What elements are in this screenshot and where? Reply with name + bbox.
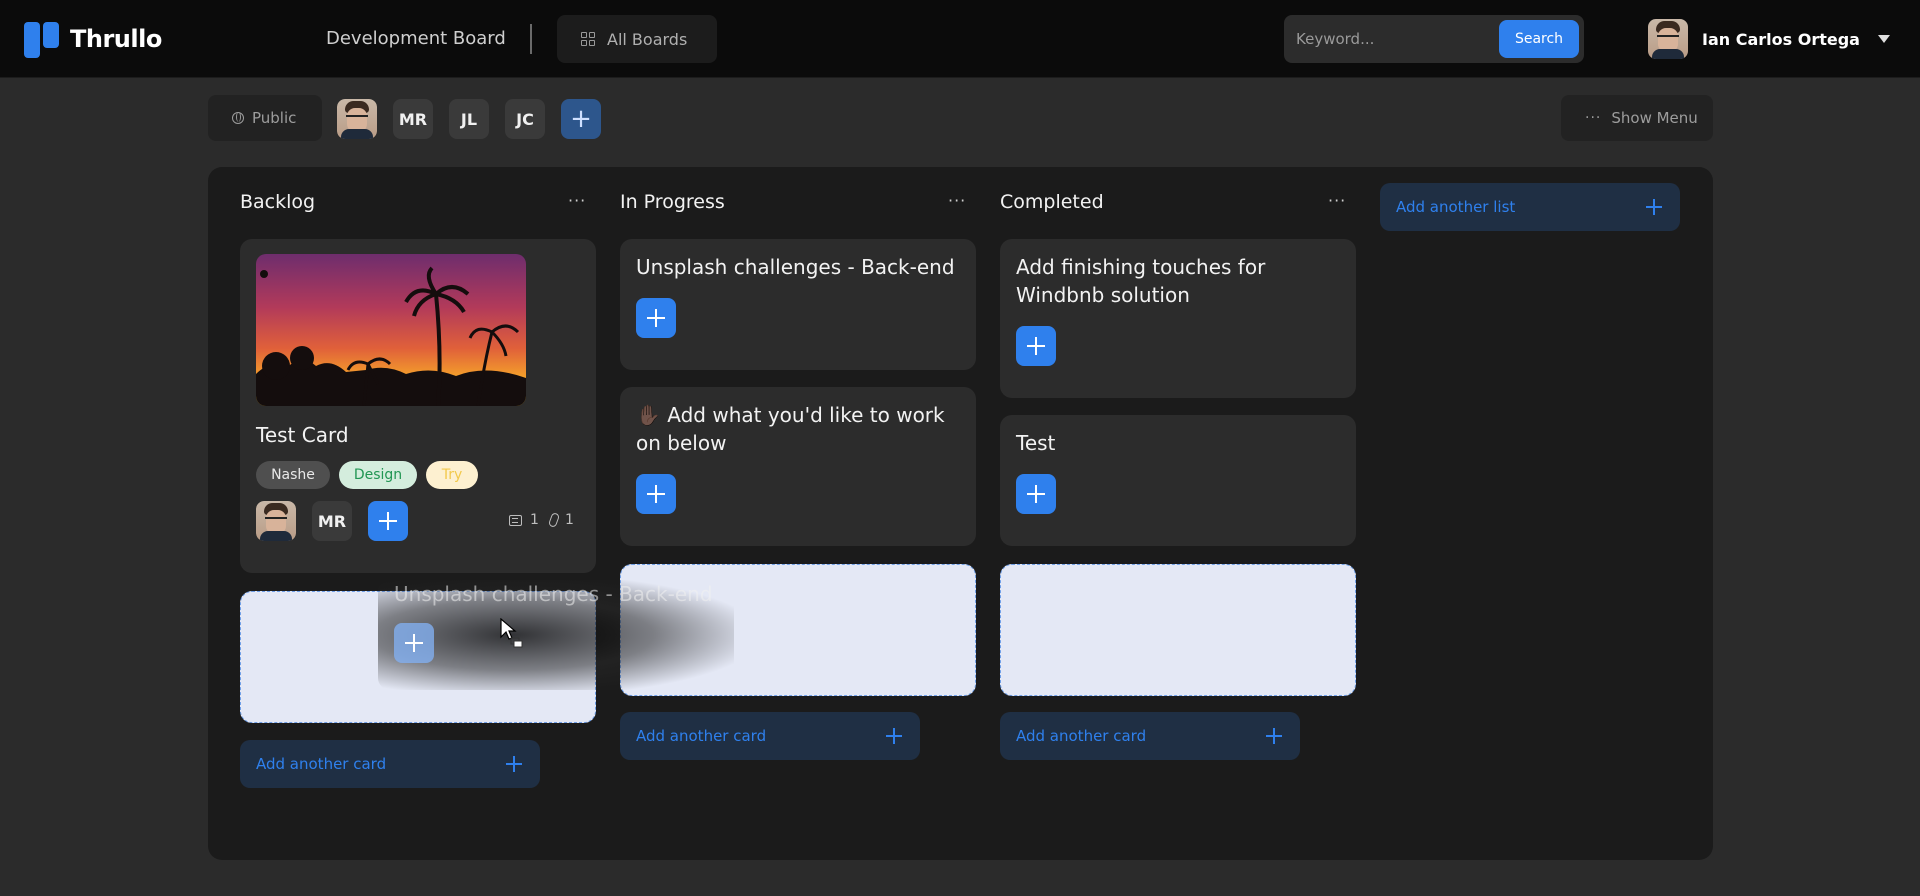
card[interactable]: Unsplash challenges - Back-end	[620, 239, 976, 370]
visibility-label: Public	[252, 109, 297, 127]
card-member-avatar[interactable]: MR	[312, 501, 352, 541]
board-title: Development Board	[326, 28, 506, 49]
member-avatar[interactable]: JL	[449, 99, 489, 139]
dragging-card-ghost[interactable]: Unsplash challenges - Back-end	[378, 580, 734, 690]
card-cover-image	[256, 254, 526, 406]
card-label-text: Nashe	[271, 467, 315, 483]
plus-icon	[886, 728, 902, 744]
grid-icon	[581, 32, 595, 46]
add-card-member-button[interactable]	[368, 501, 408, 541]
card-label-text: Design	[353, 467, 403, 483]
list-menu-icon[interactable]: ···	[1328, 191, 1346, 210]
list-title: Completed	[1000, 191, 1104, 213]
palm-trees-image	[256, 266, 526, 406]
user-avatar	[1648, 19, 1688, 59]
plus-icon: +	[570, 104, 592, 134]
add-card-button[interactable]: Add another card	[620, 712, 920, 760]
card-title: Test Card	[256, 423, 349, 447]
search-button[interactable]: Search	[1499, 20, 1579, 58]
plus-icon	[506, 756, 522, 772]
card-add-button[interactable]	[1016, 326, 1056, 366]
add-card-button[interactable]: Add another card	[240, 740, 540, 788]
card-label: Nashe	[256, 461, 330, 489]
show-menu-label: Show Menu	[1611, 109, 1698, 127]
list-title: In Progress	[620, 191, 725, 213]
attachment-count: 1	[547, 512, 574, 528]
card-label-text: Try	[441, 467, 463, 483]
show-menu-button[interactable]: ··· Show Menu	[1561, 95, 1713, 141]
chevron-down-icon	[1877, 35, 1890, 43]
card-add-button[interactable]	[636, 298, 676, 338]
card-title: ✋🏿 Add what you'd like to work on below	[636, 403, 945, 455]
attachment-count-value: 1	[565, 512, 574, 528]
plus-icon	[1646, 199, 1662, 215]
globe-icon	[232, 112, 244, 124]
app-logo[interactable]: Thrullo	[24, 20, 162, 58]
member-avatar[interactable]: MR	[393, 99, 433, 139]
list-menu-icon[interactable]: ···	[948, 191, 966, 210]
app-name: Thrullo	[70, 25, 162, 53]
member-avatar-owner[interactable]	[337, 99, 377, 139]
all-boards-button[interactable]: All Boards	[557, 15, 717, 63]
mouse-cursor-icon	[500, 618, 523, 648]
search-bar: Search	[1284, 15, 1584, 63]
avatar	[337, 99, 377, 139]
all-boards-label: All Boards	[607, 29, 688, 49]
title-divider	[530, 24, 532, 54]
more-dots-icon: ···	[1585, 110, 1602, 126]
ghost-add-button	[394, 623, 434, 663]
card[interactable]: Test	[1000, 415, 1356, 546]
card-member-avatar[interactable]	[256, 501, 296, 541]
user-menu[interactable]: Ian Carlos Ortega	[1648, 19, 1890, 59]
list-menu-icon[interactable]: ···	[568, 191, 586, 210]
card-title: Test	[1016, 431, 1056, 455]
add-member-button[interactable]: +	[561, 99, 601, 139]
search-input[interactable]	[1284, 15, 1500, 63]
add-card-button[interactable]: Add another card	[1000, 712, 1300, 760]
card-title: Unsplash challenges - Back-end	[636, 255, 955, 279]
logo-icon	[24, 20, 64, 58]
card[interactable]: Test Card Nashe Design Try MR 1 1	[240, 239, 596, 573]
add-card-label: Add another card	[1016, 727, 1147, 745]
add-card-label: Add another card	[256, 755, 387, 773]
top-navbar: Thrullo Development Board All Boards Sea…	[0, 0, 1920, 78]
card[interactable]: ✋🏿 Add what you'd like to work on below	[620, 387, 976, 546]
card-title: Add finishing touches for Windbnb soluti…	[1016, 255, 1266, 307]
avatar	[256, 501, 296, 541]
card[interactable]: Add finishing touches for Windbnb soluti…	[1000, 239, 1356, 398]
comment-icon	[509, 514, 522, 526]
user-name: Ian Carlos Ortega	[1702, 29, 1860, 49]
paperclip-icon	[547, 512, 561, 528]
comment-count: 1	[509, 512, 539, 528]
comment-count-value: 1	[530, 512, 539, 528]
member-avatar[interactable]: JC	[505, 99, 545, 139]
card-label: Design	[339, 461, 417, 489]
add-card-label: Add another card	[636, 727, 767, 745]
visibility-button[interactable]: Public	[208, 95, 322, 141]
list-title: Backlog	[240, 191, 316, 213]
add-list-button[interactable]: Add another list	[1380, 183, 1680, 231]
board-canvas: Backlog ··· Test Card Nashe Design Try M…	[208, 167, 1713, 860]
card-add-button[interactable]	[636, 474, 676, 514]
card-add-button[interactable]	[1016, 474, 1056, 514]
ghost-card-title: Unsplash challenges - Back-end	[394, 582, 713, 606]
plus-icon	[1266, 728, 1282, 744]
card-label: Try	[426, 461, 478, 489]
drop-placeholder	[1000, 564, 1356, 696]
add-list-label: Add another list	[1396, 198, 1516, 216]
